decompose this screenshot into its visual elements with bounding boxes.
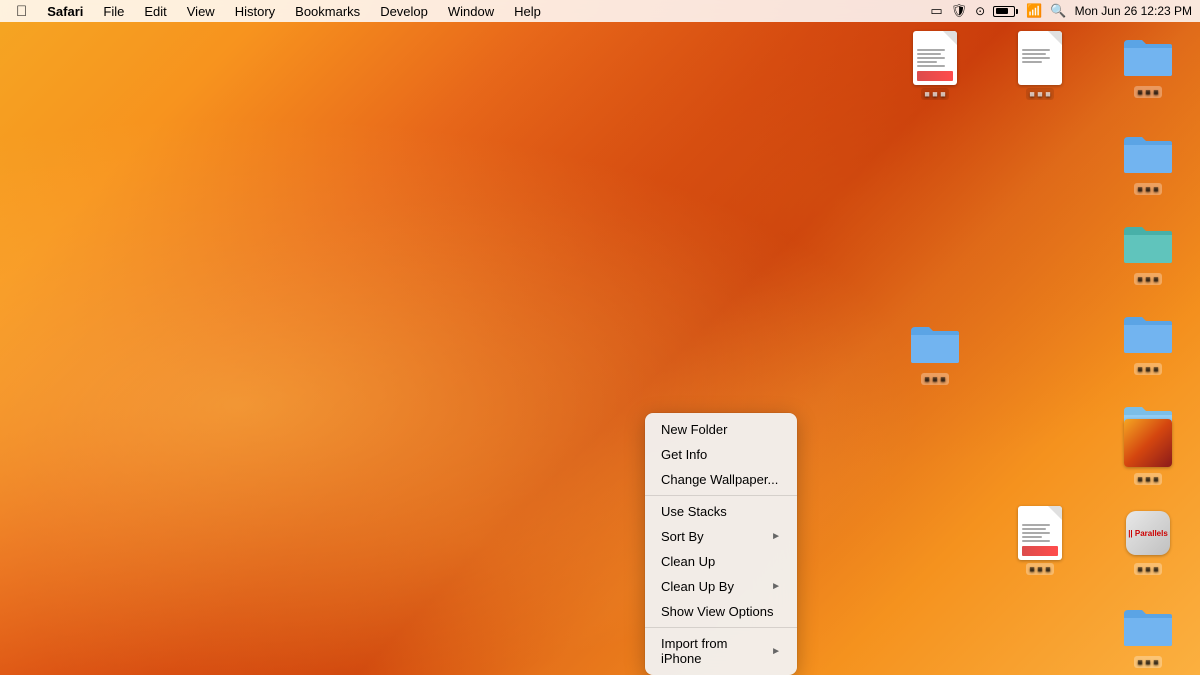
parallels-label: ■ ■ ■ (1134, 563, 1161, 575)
menu-item-sort-by[interactable]: Sort By ► (647, 524, 795, 549)
menu-separator-1 (645, 495, 797, 496)
view-menu[interactable]: View (179, 2, 223, 21)
folder-bottom-label: ■ ■ ■ (1134, 656, 1161, 668)
menu-item-show-view-options[interactable]: Show View Options (647, 599, 795, 624)
desktop-icon-doc2[interactable]: ■ ■ ■ (1000, 30, 1080, 100)
history-menu[interactable]: History (227, 2, 283, 21)
menu-separator-2 (645, 627, 797, 628)
menu-item-use-stacks[interactable]: Use Stacks (647, 499, 795, 524)
develop-menu[interactable]: Develop (372, 2, 436, 21)
edit-menu[interactable]: Edit (136, 2, 174, 21)
parallels-text: || Parallels (1128, 529, 1168, 538)
file-menu[interactable]: File (95, 2, 132, 21)
datetime: Mon Jun 26 12:23 PM (1075, 4, 1192, 18)
clean-up-by-chevron: ► (771, 581, 781, 592)
app-name[interactable]: Safari (39, 2, 91, 21)
menu-item-clean-up[interactable]: Clean Up (647, 549, 795, 574)
doc-bottom-label: ■ ■ ■ (1026, 563, 1053, 575)
apple-menu[interactable]:  (8, 3, 35, 20)
doc2-label: ■ ■ ■ (1026, 88, 1053, 100)
menu-item-import-iphone[interactable]: Import from iPhone ► (647, 631, 795, 671)
menu-item-clean-up-by[interactable]: Clean Up By ► (647, 574, 795, 599)
desktop-icon-folder-top[interactable]: ■ ■ ■ (1108, 28, 1188, 98)
desktop-icon-photo[interactable]: ■ ■ ■ (1108, 415, 1188, 485)
menubar:  Safari File Edit View History Bookmark… (0, 0, 1200, 22)
menu-item-get-info[interactable]: Get Info (647, 442, 795, 467)
shield-icon: 🛡 (951, 3, 968, 19)
wifi-icon: 📶 (1026, 3, 1042, 19)
context-menu: New Folder Get Info Change Wallpaper... … (645, 413, 797, 675)
doc1-label: ■ ■ ■ (921, 88, 948, 100)
desktop-icon-folder-bottom[interactable]: ■ ■ ■ (1108, 598, 1188, 668)
photo-label: ■ ■ ■ (1134, 473, 1161, 485)
bookmarks-menu[interactable]: Bookmarks (287, 2, 368, 21)
finder-icon: 🔍 (1050, 3, 1066, 19)
import-iphone-chevron: ► (771, 646, 781, 657)
desktop-icon-doc1[interactable]: ■ ■ ■ (895, 30, 975, 100)
folder-top-label: ■ ■ ■ (1134, 86, 1161, 98)
desktop-icon-folder-mid[interactable]: ■ ■ ■ (895, 315, 975, 385)
desktop-icon-folder-r2[interactable]: ■ ■ ■ (1108, 215, 1188, 285)
menu-item-change-wallpaper[interactable]: Change Wallpaper... (647, 467, 795, 492)
airplay-icon: ▭ (930, 3, 942, 19)
help-menu[interactable]: Help (506, 2, 549, 21)
battery-icon (993, 6, 1018, 17)
desktop-icon-folder-r1[interactable]: ■ ■ ■ (1108, 125, 1188, 195)
folder-mid-label: ■ ■ ■ (921, 373, 948, 385)
folder-r2-label: ■ ■ ■ (1134, 273, 1161, 285)
menu-item-new-folder[interactable]: New Folder (647, 417, 795, 442)
folder-r1-label: ■ ■ ■ (1134, 183, 1161, 195)
spotlight-icon: ⊙ (975, 4, 985, 18)
desktop-icon-doc-bottom[interactable]: ■ ■ ■ (1000, 505, 1080, 575)
sort-by-chevron: ► (771, 531, 781, 542)
desktop-icon-parallels[interactable]: || Parallels ■ ■ ■ (1108, 505, 1188, 575)
folder-r3-label: ■ ■ ■ (1134, 363, 1161, 375)
desktop-icon-folder-r3[interactable]: ■ ■ ■ (1108, 305, 1188, 375)
window-menu[interactable]: Window (440, 2, 502, 21)
